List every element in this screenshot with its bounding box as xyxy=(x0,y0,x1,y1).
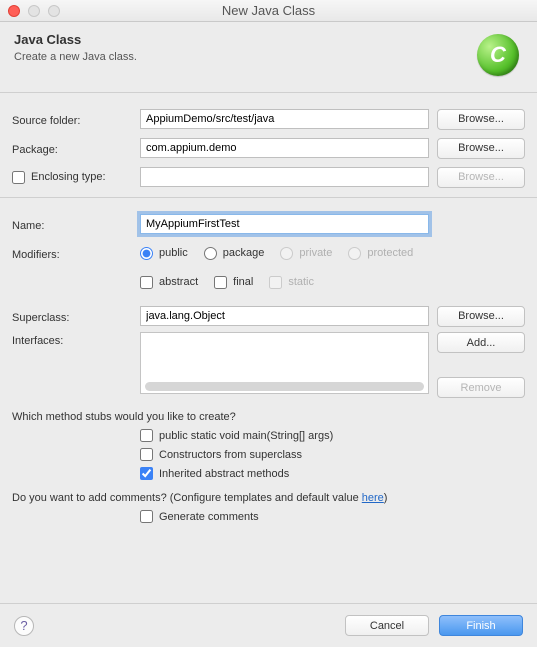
cancel-button[interactable]: Cancel xyxy=(345,615,429,636)
modifier-final-checkbox[interactable]: final xyxy=(214,276,253,289)
inherited-methods-checkbox[interactable]: Inherited abstract methods xyxy=(140,467,525,480)
browse-superclass-button[interactable]: Browse... xyxy=(437,306,525,327)
package-input[interactable] xyxy=(140,138,429,158)
header-subtitle: Create a new Java class. xyxy=(14,51,137,63)
modifier-protected-radio: protected xyxy=(348,247,413,260)
modifier-static-checkbox: static xyxy=(269,276,314,289)
browse-package-button[interactable]: Browse... xyxy=(437,138,525,159)
window-title: New Java Class xyxy=(0,3,537,18)
enclosing-type-label: Enclosing type: xyxy=(31,171,106,183)
superclass-input[interactable] xyxy=(140,306,429,326)
main-method-checkbox[interactable]: public static void main(String[] args) xyxy=(140,429,525,442)
browse-enclosing-button: Browse... xyxy=(437,167,525,188)
package-label: Package: xyxy=(12,141,140,156)
form-section-source: Source folder: Browse... Package: Browse… xyxy=(0,93,537,197)
generate-comments-checkbox[interactable]: Generate comments xyxy=(140,510,525,523)
titlebar: New Java Class xyxy=(0,0,537,22)
method-stubs-section: Which method stubs would you like to cre… xyxy=(0,405,537,488)
interfaces-label: Interfaces: xyxy=(12,332,140,347)
method-stubs-question: Which method stubs would you like to cre… xyxy=(12,411,525,423)
enclosing-type-checkbox[interactable]: Enclosing type: xyxy=(12,171,106,184)
browse-source-button[interactable]: Browse... xyxy=(437,109,525,130)
comments-question: Do you want to add comments? (Configure … xyxy=(0,488,537,510)
help-button[interactable]: ? xyxy=(14,616,34,636)
constructors-checkbox[interactable]: Constructors from superclass xyxy=(140,448,525,461)
dialog-header: Java Class Create a new Java class. C xyxy=(0,22,537,92)
add-interface-button[interactable]: Add... xyxy=(437,332,525,353)
header-title: Java Class xyxy=(14,32,137,47)
modifiers-label: Modifiers: xyxy=(12,246,140,261)
form-section-name: Name: Modifiers: public package private … xyxy=(0,198,537,405)
superclass-label: Superclass: xyxy=(12,309,140,324)
configure-templates-link[interactable]: here xyxy=(362,492,384,504)
interfaces-listbox[interactable] xyxy=(140,332,429,394)
modifier-abstract-checkbox[interactable]: abstract xyxy=(140,276,198,289)
class-icon: C xyxy=(477,34,519,76)
finish-button[interactable]: Finish xyxy=(439,615,523,636)
remove-interface-button: Remove xyxy=(437,377,525,398)
modifier-package-radio[interactable]: package xyxy=(204,247,265,260)
enclosing-type-input xyxy=(140,167,429,187)
modifier-private-radio: private xyxy=(280,247,332,260)
source-folder-input[interactable] xyxy=(140,109,429,129)
name-label: Name: xyxy=(12,217,140,232)
source-folder-label: Source folder: xyxy=(12,112,140,127)
modifier-public-radio[interactable]: public xyxy=(140,247,188,260)
dialog-footer: ? Cancel Finish xyxy=(0,603,537,647)
name-input[interactable] xyxy=(140,214,429,234)
